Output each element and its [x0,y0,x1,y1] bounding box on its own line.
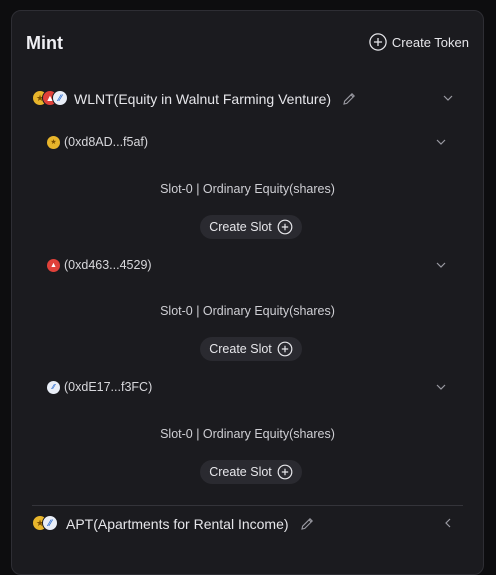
chevron-down-icon[interactable] [441,91,455,105]
slot-label: Slot-0 | Ordinary Equity(shares) [160,427,335,441]
chevron-down-icon[interactable] [434,380,448,394]
token-name: WLNT(Equity in Walnut Farming Venture) [74,91,332,107]
panel-header: Mint Create Token [26,33,469,57]
create-token-label: Create Token [391,34,469,50]
pencil-icon[interactable] [299,516,315,532]
token-chain-icons: ★ ▲ ⁄⁄ [32,90,70,108]
chevron-down-icon[interactable] [434,258,448,272]
blue-stripe-coin-icon: ⁄⁄ [52,90,68,106]
chain-row[interactable]: ★ (0xd8AD...f5af) [47,132,448,152]
token-row-apt[interactable]: ★ ⁄⁄ APT(Apartments for Rental Income) [32,512,463,536]
plus-circle-icon [277,464,293,480]
token-row-wlnt[interactable]: ★ ▲ ⁄⁄ WLNT(Equity in Walnut Farming Ven… [32,87,463,111]
page-title: Mint [26,33,63,53]
create-slot-button[interactable]: Create Slot [200,337,302,361]
create-slot-button[interactable]: Create Slot [200,215,302,239]
token-chain-icons: ★ ⁄⁄ [32,515,62,533]
divider [32,505,463,506]
chain-row[interactable]: ⁄⁄ (0xdE17...f3FC) [47,377,448,397]
blue-stripe-coin-icon: ⁄⁄ [42,515,58,531]
create-token-button[interactable]: Create Token [369,33,469,51]
slot-label: Slot-0 | Ordinary Equity(shares) [160,304,335,318]
blue-stripe-coin-icon: ⁄⁄ [47,380,60,394]
create-slot-label: Create Slot [209,220,272,234]
token-name: APT(Apartments for Rental Income) [66,516,289,532]
plus-circle-icon [277,219,293,235]
red-triangle-coin-icon: ▲ [47,258,60,272]
chevron-down-icon[interactable] [434,135,448,149]
plus-circle-icon [369,33,387,51]
slot-label: Slot-0 | Ordinary Equity(shares) [160,182,335,196]
gold-coin-icon: ★ [47,135,60,149]
pencil-icon[interactable] [341,91,357,107]
mint-panel: Mint Create Token ★ ▲ ⁄⁄ WLNT(Equity in … [11,10,484,575]
chain-row[interactable]: ▲ (0xd463...4529) [47,255,448,275]
create-slot-label: Create Slot [209,465,272,479]
create-slot-button[interactable]: Create Slot [200,460,302,484]
chain-address: (0xd8AD...f5af) [64,135,149,149]
chain-address: (0xdE17...f3FC) [64,380,153,394]
plus-circle-icon [277,341,293,357]
create-slot-label: Create Slot [209,342,272,356]
chain-address: (0xd463...4529) [64,258,152,272]
chevron-left-icon[interactable] [441,516,455,530]
